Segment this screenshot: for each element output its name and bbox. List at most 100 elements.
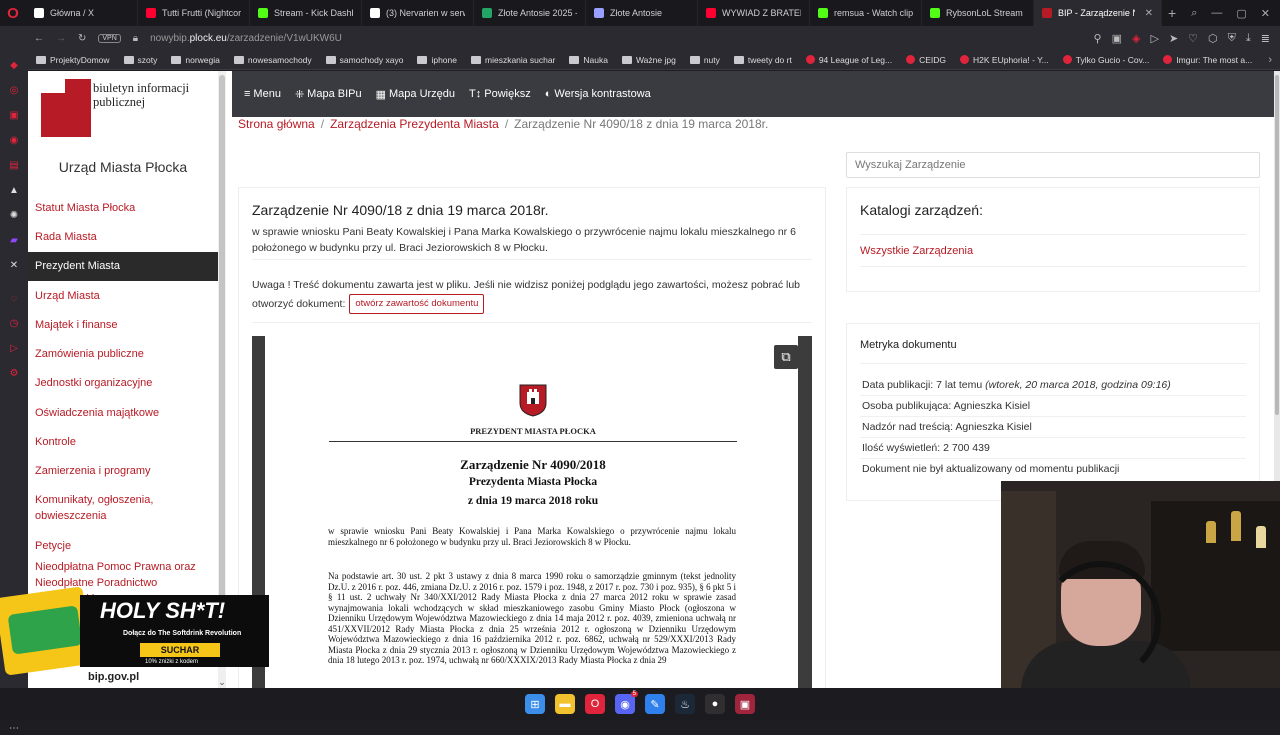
bag-icon[interactable]: ▣ [8,110,20,122]
topnav-item[interactable]: T↕ Powiększ [469,88,531,100]
discord-icon[interactable]: ◉ 5 [615,691,638,714]
url-field[interactable]: nowybip.plock.eu/zarzadzenie/V1wUKW6U [150,33,342,44]
twitch-icon[interactable]: ▰ [8,235,20,247]
obs-icon[interactable]: ● [705,694,725,714]
browser-tab[interactable]: Główna / X [26,0,138,26]
browser-tab[interactable]: Tutti Frutti (Nightcore [138,0,250,26]
chevron-down-icon[interactable]: ⌄ [218,677,226,688]
sidebar-nav-item[interactable]: Statut Miasta Płocka [28,193,218,222]
browser-tab[interactable]: (3) Nervarien w serw [362,0,474,26]
windows-start-icon[interactable]: ⊞ [525,694,545,714]
bookmark-item[interactable]: tweety do rt [733,55,792,65]
bookmark-item[interactable]: szoty [123,55,157,65]
bookmark-item[interactable]: samochody xayo [325,55,403,65]
bookmark-item[interactable]: 94 League of Leg... [805,55,892,65]
reload-icon[interactable]: ↻ [78,33,86,44]
breadcrumb-section[interactable]: Zarządzenia Prezydenta Miasta [330,117,499,131]
opera-menu-icon[interactable]: O [0,0,26,26]
shield-icon[interactable]: ⛨ [1228,32,1236,45]
pin-icon[interactable]: ⚲ [1094,32,1102,45]
opera-icon[interactable]: O [585,694,605,714]
bip-gov-link[interactable]: bip.gov.pl [88,671,139,683]
topnav-item[interactable]: ◐ Wersja kontrastowa [545,88,651,100]
bookmark-item[interactable]: nowesamochody [233,55,312,65]
browser-tab[interactable]: Złote Antosie 2025 - [474,0,586,26]
sidebar-nav-item[interactable]: Petycje [28,531,218,560]
bookmark-item[interactable]: CEIDG [906,55,946,65]
sidebar-nav-item[interactable]: Rada Miasta [28,222,218,251]
whatsapp-icon[interactable]: ▤ [8,160,20,172]
chatgpt-icon[interactable]: ✺ [8,210,20,222]
music-icon[interactable]: ◌ [8,293,20,305]
new-tab-button[interactable]: + [1162,5,1182,21]
bookmark-item[interactable]: norwegia [171,55,220,65]
back-icon[interactable]: ← [34,33,44,44]
sidebar-nav-item[interactable]: Jednostki organizacyjne [28,369,218,398]
sidebar-nav-item[interactable]: Majątek i finanse [28,310,218,339]
sidebar-nav-item[interactable]: Oświadczenia majątkowe [28,398,218,427]
bookmark-item[interactable]: ProjektyDomow [36,55,110,65]
more-icon[interactable]: ⋯ [8,723,20,735]
steam-icon[interactable]: ♨ [675,694,695,714]
all-orders-link[interactable]: Wszystkie Zarządzenia [860,240,973,262]
snapshot-icon[interactable]: ▣ [1112,32,1122,45]
search-tabs-icon[interactable]: ⌕ [1191,7,1197,20]
sidebar-nav-item[interactable]: Zamówienia publiczne [28,339,218,368]
bookmark-item[interactable]: Tylko Gucio - Cov... [1062,55,1149,65]
bookmark-item[interactable]: Ważne jpg [621,55,676,65]
bookmark-item[interactable]: Imgur: The most a... [1163,55,1252,65]
send-icon[interactable]: ➤ [1169,32,1178,45]
topnav-item[interactable]: ▦ Mapa Urzędu [376,88,455,101]
pocket-icon[interactable]: ◈ [1132,32,1140,45]
sidebar-nav-item[interactable]: Prezydent Miasta [28,251,218,281]
bookmark-label: nuty [703,54,720,65]
vpn-badge[interactable]: VPN [98,33,121,43]
browser-tab[interactable]: RybsonLoL Stream - [922,0,1034,26]
browser-tab[interactable]: Stream - Kick Dashb [250,0,362,26]
topnav-item[interactable]: ≡ Menu [244,88,281,100]
aria-icon[interactable]: ◆ [8,60,20,72]
search-input[interactable] [846,152,1260,178]
arc-icon[interactable]: ▲ [8,185,20,197]
close-tab-icon[interactable]: ✕ [1145,8,1153,19]
sidebar-nav-item[interactable]: Zamierzenia i programy [28,457,218,486]
breadcrumb-home[interactable]: Strona główna [238,117,315,131]
topnav-item[interactable]: ⁜ Mapa BIPu [295,88,362,101]
easy-setup-icon[interactable]: ≣ [1261,32,1270,45]
sidebar-nav-item[interactable]: Kontrole [28,427,218,456]
sidebar-nav-item[interactable]: Komunikaty, ogłoszenia, obwieszczenia [28,486,218,531]
bookmark-item[interactable]: mieszkania suchar [471,55,555,65]
feather-app-icon[interactable]: ✎ [645,694,665,714]
player-sidebar-icon[interactable]: ▷ [8,343,20,355]
bookmarks-more-icon[interactable]: › [1268,54,1280,66]
open-external-icon[interactable]: ⧉ [774,345,798,369]
app-icon[interactable]: ▣ [735,694,755,714]
settings-icon[interactable]: ⚙ [8,368,20,380]
bookmark-item[interactable]: nuty [689,54,720,65]
player-icon[interactable]: ▷ [1150,32,1158,45]
browser-tab[interactable]: remsua - Watch clips [810,0,922,26]
maximize-icon[interactable]: ▢ [1236,7,1246,20]
extensions-icon[interactable]: ⬡ [1208,32,1218,45]
x-icon[interactable]: ✕ [8,260,20,272]
browser-tab[interactable]: BIP - Zarządzenie Nr 4090 ✕ [1034,0,1162,26]
open-document-button[interactable]: otwórz zawartość dokumentu [349,294,485,314]
speed-dial-icon[interactable]: ◎ [8,85,20,97]
sidebar-nav-item[interactable]: Urząd Miasta [28,281,218,310]
sponsor-ad-overlay[interactable]: HOLY SH*T! Dołącz do The Softdrink Revol… [0,586,270,676]
history-icon[interactable]: ◷ [8,318,20,330]
bookmark-item[interactable]: H2K EUphoria! - Y... [960,55,1049,65]
bookmark-item[interactable]: iphone [417,55,457,65]
download-icon[interactable]: ⤓ [1246,32,1251,45]
bip-logo[interactable]: bip biuletyn informacji publicznej [41,79,206,139]
heart-icon[interactable]: ♡ [1188,32,1198,45]
messenger-icon[interactable]: ◉ [8,135,20,147]
minimize-icon[interactable]: — [1211,7,1222,20]
browser-tab[interactable]: WYWIAD Z BRATEM [698,0,810,26]
file-explorer-icon[interactable]: ▬ [555,694,575,714]
browser-tab[interactable]: Złote Antosie [586,0,698,26]
bookmark-item[interactable]: Nauka [569,55,608,65]
pdf-viewer[interactable]: PREZYDENT MIASTA PŁOCKA Zarządzenie Nr 4… [252,336,812,688]
forward-icon[interactable]: → [56,33,66,44]
close-window-icon[interactable]: ✕ [1261,7,1270,20]
